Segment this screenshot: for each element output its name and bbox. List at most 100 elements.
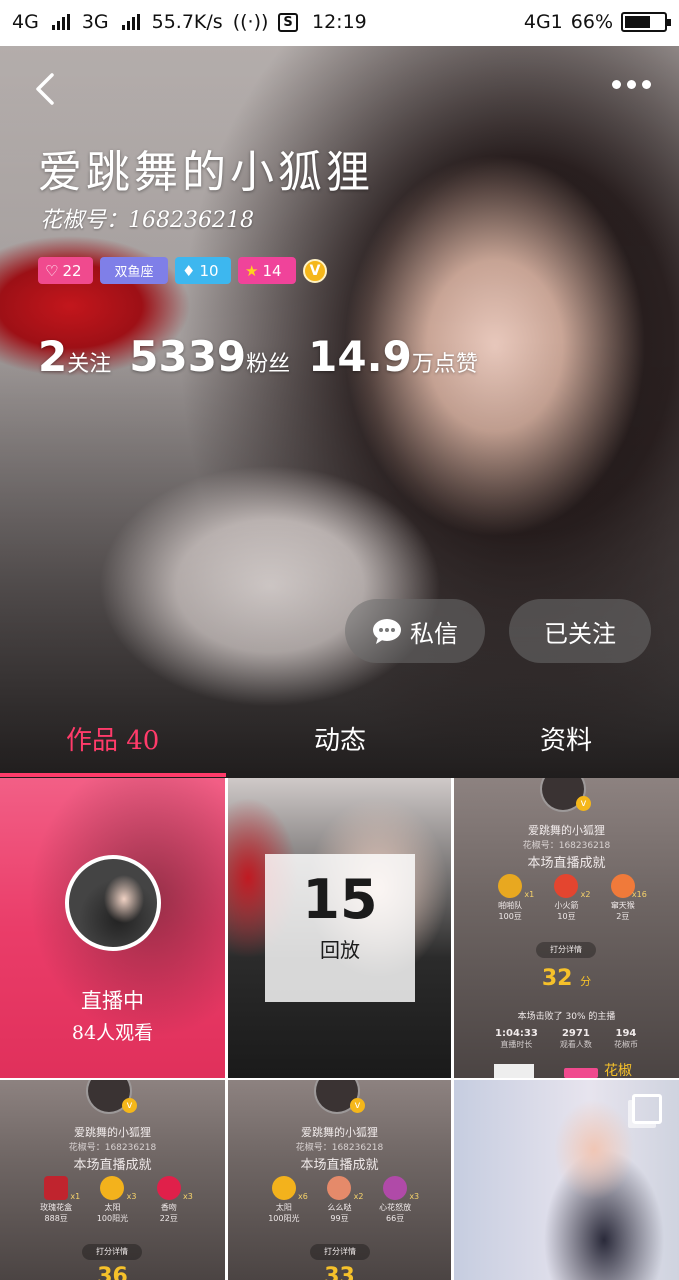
achievement-tile[interactable]: v 爱跳舞的小狐狸 花椒号：168236218 本场直播成就 x6 太阳 100阳光… (228, 1080, 451, 1280)
level-badge: ★ 14 (238, 257, 296, 284)
card-score: 32 分 (541, 966, 592, 991)
message-label: 私信 (410, 619, 458, 648)
diamond-icon: ♦ (182, 261, 196, 280)
works-grid: 直播中 84人观看 15 回放 v 爱跳舞的小狐狸 花椒号：168236218 … (0, 778, 679, 1280)
back-arrow-icon[interactable] (32, 72, 62, 106)
gift-item: x2 小火箭 10豆 (542, 874, 590, 922)
gift-item: x1 啪啪队 100豆 (486, 874, 534, 922)
gift-item: x3 太阳 100阳光 (88, 1176, 136, 1224)
card-metrics: 1:04:33 直播时长 2971 观看人数 194 花椒币 (495, 1028, 638, 1049)
signal-icon-2 (121, 14, 142, 30)
score-detail-button: 打分详情 (310, 1244, 370, 1260)
achievement-tile[interactable]: v 爱跳舞的小狐狸 花椒号：168236218 本场直播成就 x1 啪啪队 100豆… (454, 778, 679, 1078)
replay-label: 回放 (320, 938, 360, 962)
gift-item: x3 香吻 22豆 (145, 1176, 193, 1224)
network-type-1: 4G (12, 11, 39, 33)
card-id: 花椒号：168236218 (68, 1143, 157, 1153)
live-tile[interactable]: 直播中 84人观看 (0, 778, 225, 1078)
notification-s-icon: S (278, 12, 298, 32)
vip-badge-icon: V (303, 258, 327, 283)
score-detail-button: 打分详情 (82, 1244, 142, 1260)
battery-percent: 66% (570, 11, 613, 33)
tab-info[interactable]: 资料 (540, 720, 592, 757)
profile-stats: 2 关注 5339 粉丝 14.9 万点赞 (38, 332, 496, 381)
photo-tile[interactable] (454, 1080, 679, 1280)
fans-label[interactable]: 粉丝 (246, 346, 290, 378)
brand-logo-icon (564, 1068, 598, 1078)
card-title: 本场直播成就 (527, 856, 606, 871)
live-viewers: 84人观看 (71, 1022, 154, 1044)
profile-name: 爱跳舞的小狐狸 (38, 147, 374, 198)
gift-item: x2 么么哒 99豆 (315, 1176, 363, 1224)
following-count[interactable]: 2 (38, 332, 67, 381)
card-title: 本场直播成就 (73, 1158, 152, 1173)
heart-flower-gift-icon: x3 (383, 1176, 419, 1201)
profile-header: 爱跳舞的小狐狸 花椒号：168236218 ♡ 22 双鱼座 ♦ 10 ★ 14 V … (0, 46, 679, 778)
fans-badge[interactable]: ♡ 22 (38, 257, 93, 284)
follow-button[interactable]: 已关注 (509, 599, 651, 663)
network-speed: 55.7K/s (151, 11, 223, 33)
card-name: 爱跳舞的小狐狸 (528, 824, 605, 837)
multi-photo-icon (632, 1094, 662, 1124)
firework-gift-icon: x16 (610, 874, 647, 899)
battery-icon (621, 12, 671, 32)
likes-count: 14.9 (308, 332, 412, 381)
cheer-squad-gift-icon: x1 (498, 874, 534, 899)
achievement-card: v 爱跳舞的小狐狸 花椒号：168236218 本场直播成就 x1 玫瑰花盒 888… (0, 1080, 225, 1280)
card-score: 36 (97, 1264, 128, 1280)
vip-small-icon: v (576, 796, 591, 811)
vip-small-icon: v (350, 1098, 365, 1113)
chat-bubble-icon (373, 619, 401, 644)
card-title: 本场直播成就 (300, 1158, 379, 1173)
gift-item: x16 窜天猴 2豆 (599, 874, 647, 922)
fans-badge-icon: ♡ (45, 261, 59, 280)
replay-count: 15 (302, 868, 378, 931)
card-id: 花椒号：168236218 (295, 1143, 384, 1153)
sun-gift-icon: x3 (100, 1176, 136, 1201)
signal-icon (51, 14, 72, 30)
tab-bar: 作品 40 动态 资料 (0, 714, 679, 774)
qr-code-icon (494, 1064, 534, 1078)
rocket-gift-icon: x2 (554, 874, 590, 899)
likes-label: 万点赞 (411, 352, 478, 377)
gift-item: x3 心花怒放 66豆 (371, 1176, 419, 1224)
card-id: 花椒号：168236218 (522, 841, 611, 851)
tab-works[interactable]: 作品 40 (66, 720, 159, 757)
network-type-2: 3G (81, 11, 109, 33)
tab-feed[interactable]: 动态 (314, 720, 366, 757)
achievement-tile[interactable]: v 爱跳舞的小狐狸 花椒号：168236218 本场直播成就 x1 玫瑰花盒 888… (0, 1080, 225, 1280)
more-menu-icon[interactable] (612, 80, 651, 89)
status-bar: 4G 3G 55.7K/s ((·)) S 12:19 4G1 66% (0, 0, 679, 46)
diamond-badge: ♦ 10 (175, 257, 231, 284)
zodiac-badge: 双鱼座 (100, 257, 168, 284)
rose-box-gift-icon: x1 (44, 1176, 80, 1201)
achievement-card: v 爱跳舞的小狐狸 花椒号：168236218 本场直播成就 x1 啪啪队 100豆… (454, 778, 679, 1078)
avatar (65, 855, 161, 951)
message-button[interactable]: 私信 (345, 599, 485, 663)
card-score: 33 (324, 1264, 355, 1280)
network-type-3: 4G1 (523, 11, 563, 33)
beat-text: 本场击败了 30% 的主播 (517, 1012, 616, 1022)
replay-tile[interactable]: 15 回放 (228, 778, 451, 1078)
profile-id: 花椒号：168236218 (40, 208, 254, 233)
tab-indicator (0, 773, 226, 777)
sun-gift-icon: x6 (271, 1176, 308, 1201)
gift-item: x1 玫瑰花盒 888豆 (32, 1176, 80, 1224)
brand-text: 花椒 (604, 1063, 632, 1078)
live-status: 直播中 (81, 989, 144, 1013)
following-label[interactable]: 关注 (67, 346, 111, 378)
star-icon: ★ (245, 261, 259, 280)
zodiac-label: 双鱼座 (114, 265, 154, 280)
score-detail-button: 打分详情 (536, 942, 596, 958)
diamond-value: 10 (199, 261, 219, 280)
profile-screen: 4G 3G 55.7K/s ((·)) S 12:19 4G1 66% 爱跳舞的… (0, 0, 679, 1280)
clock: 12:19 (312, 11, 367, 33)
kiss-gift-icon: x3 (156, 1176, 193, 1201)
fans-count[interactable]: 5339 (129, 332, 246, 381)
vip-small-icon: v (122, 1098, 137, 1113)
fans-badge-value: 22 (62, 261, 82, 280)
badge-row: ♡ 22 双鱼座 ♦ 10 ★ 14 V (38, 257, 327, 284)
achievement-card: v 爱跳舞的小狐狸 花椒号：168236218 本场直播成就 x6 太阳 100阳光… (228, 1080, 451, 1280)
kiss-doll-gift-icon: x2 (327, 1176, 363, 1201)
card-name: 爱跳舞的小狐狸 (74, 1126, 151, 1139)
